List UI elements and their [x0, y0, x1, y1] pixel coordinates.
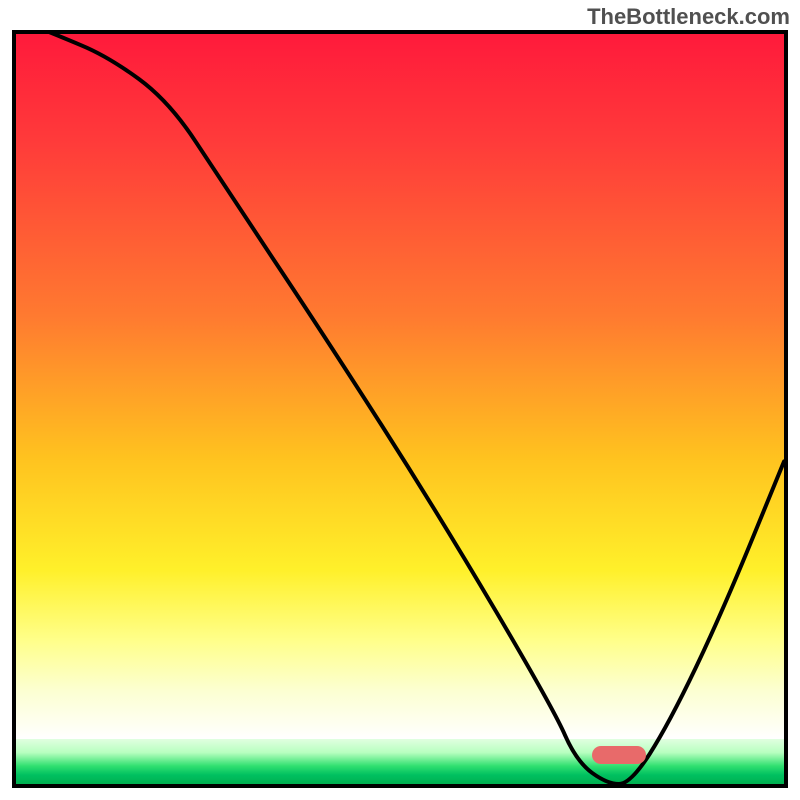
watermark-text: TheBottleneck.com: [587, 4, 790, 30]
bottleneck-curve: [16, 34, 784, 784]
plot-area: [12, 30, 788, 788]
sweet-spot-marker: [592, 746, 646, 764]
